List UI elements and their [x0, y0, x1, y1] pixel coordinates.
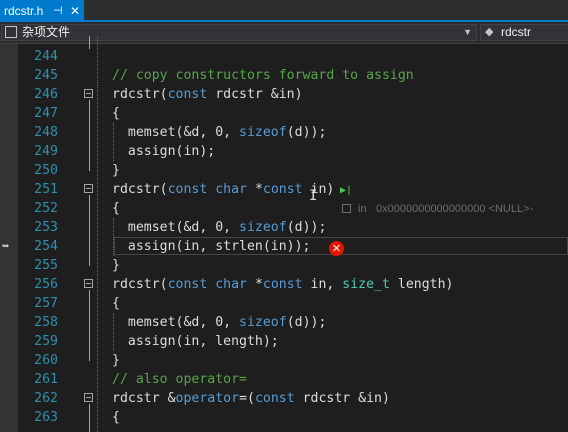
line-number: 252 — [34, 201, 58, 216]
line-number: 255 — [34, 258, 58, 273]
code-line[interactable]: 255} — [18, 256, 568, 275]
code-text: // copy constructors forward to assign — [112, 68, 414, 83]
line-number: 247 — [34, 106, 58, 121]
outline-line — [89, 36, 90, 49]
code-text: assign(in, length); — [112, 334, 279, 349]
code-text: { — [112, 106, 120, 121]
scope-label: rdcstr — [501, 25, 531, 39]
line-number: 248 — [34, 125, 58, 140]
code-text: } — [112, 353, 120, 368]
line-number: 258 — [34, 315, 58, 330]
datatip-name: in — [358, 203, 367, 215]
code-text: assign(in); — [112, 144, 216, 159]
datatip-expand[interactable]: - — [530, 199, 534, 219]
code-text: memset(&d, 0, sizeof(d)); — [112, 125, 327, 140]
code-text: } — [112, 258, 120, 273]
line-number: 257 — [34, 296, 58, 311]
code-text: // also operator= — [112, 372, 247, 387]
code-text: { — [112, 410, 120, 425]
outline-line — [89, 404, 90, 432]
indicator-margin[interactable] — [0, 44, 18, 432]
datatip-value: 0x0000000000000000 <NULL> — [376, 203, 530, 215]
line-number: 251 — [34, 182, 58, 197]
line-number: 256 — [34, 277, 58, 292]
code-line[interactable]: 253 memset(&d, 0, sizeof(d)); — [18, 218, 568, 237]
code-line[interactable]: 263 { — [18, 408, 568, 427]
line-number: 259 — [34, 334, 58, 349]
indent-guide — [97, 85, 98, 432]
code-line[interactable]: 256 rdcstr(const char *const in, size_t l… — [18, 275, 568, 294]
pin-icon[interactable]: ⊣ — [53, 0, 63, 22]
outline-line — [89, 195, 90, 266]
indent-guide — [97, 36, 98, 85]
project-label: 杂项文件 — [22, 25, 71, 39]
tab-rdcstr-h[interactable]: rdcstr.h ⊣ ✕ — [0, 0, 84, 22]
code-line[interactable]: 254 assign(in, strlen(in)); — [18, 237, 568, 256]
code-line[interactable]: 251 rdcstr(const char *const in) — [18, 180, 568, 199]
code-line[interactable]: 248 memset(&d, 0, sizeof(d)); — [18, 123, 568, 142]
line-number: 249 — [34, 144, 58, 159]
collapse-icon[interactable] — [84, 89, 93, 98]
code-line[interactable]: 260} — [18, 351, 568, 370]
code-line[interactable]: 257 { — [18, 294, 568, 313]
class-icon: ◆ — [485, 26, 494, 38]
code-line[interactable]: 250} — [18, 161, 568, 180]
outline-line — [89, 290, 90, 361]
collapse-icon[interactable] — [84, 184, 93, 193]
code-text: { — [112, 296, 120, 311]
code-line[interactable]: 261 // also operator= — [18, 370, 568, 389]
file-icon — [5, 26, 17, 38]
code-text: memset(&d, 0, sizeof(d)); — [112, 315, 327, 330]
code-text: rdcstr &operator=(const rdcstr &in) — [112, 391, 390, 406]
outline-line — [89, 100, 90, 171]
code-line[interactable]: 259 assign(in, length); — [18, 332, 568, 351]
tab-title: rdcstr.h — [4, 4, 44, 18]
line-number: 263 — [34, 410, 58, 425]
run-to-cursor-icon[interactable]: ▶| — [340, 185, 352, 196]
code-text: memset(&d, 0, sizeof(d)); — [112, 220, 327, 235]
tab-bar: rdcstr.h ⊣ ✕ — [0, 0, 568, 22]
line-number: 253 — [34, 220, 58, 235]
datatip-pin-icon[interactable] — [342, 204, 351, 213]
code-text: { — [112, 201, 120, 216]
indent-guide — [113, 123, 114, 161]
code-text: rdcstr(const char *const in, size_t leng… — [112, 277, 454, 292]
collapse-icon[interactable] — [84, 279, 93, 288]
line-number: 254 — [34, 239, 58, 254]
line-number: 262 — [34, 391, 58, 406]
line-number: 260 — [34, 353, 58, 368]
line-number: 261 — [34, 372, 58, 387]
project-dropdown[interactable]: 杂项文件 ▼ — [1, 24, 477, 41]
code-text: rdcstr(const rdcstr &in) — [112, 87, 303, 102]
code-text: rdcstr(const char *const in) — [112, 182, 335, 197]
collapse-icon[interactable] — [84, 393, 93, 402]
indent-guide — [113, 218, 114, 256]
code-text: } — [112, 163, 120, 178]
code-editor[interactable]: 244 245 // copy constructors forward to as… — [18, 36, 568, 432]
navigation-bar: 杂项文件 ▼ ◆ rdcstr — [0, 22, 568, 44]
line-number: 250 — [34, 163, 58, 178]
code-text: assign(in, strlen(in)); — [112, 239, 311, 254]
text-cursor-icon: I — [309, 188, 318, 204]
code-line[interactable]: 245 // copy constructors forward to assig… — [18, 66, 568, 85]
code-line[interactable]: 249 assign(in); — [18, 142, 568, 161]
code-line[interactable]: 246 rdcstr(const rdcstr &in) — [18, 85, 568, 104]
chevron-down-icon: ▼ — [463, 27, 472, 37]
code-line[interactable]: 262 rdcstr &operator=(const rdcstr &in) — [18, 389, 568, 408]
line-number: 245 — [34, 68, 58, 83]
close-icon[interactable]: ✕ — [70, 0, 80, 22]
line-number: 244 — [34, 49, 58, 64]
error-icon[interactable]: ✕ — [329, 241, 344, 256]
indent-guide — [113, 313, 114, 351]
code-line[interactable]: 247 { — [18, 104, 568, 123]
code-line[interactable]: 244 — [18, 47, 568, 66]
code-line[interactable]: 258 memset(&d, 0, sizeof(d)); — [18, 313, 568, 332]
scope-dropdown[interactable]: ◆ rdcstr — [480, 24, 568, 41]
next-statement-arrow-icon[interactable]: ➥ — [2, 239, 9, 253]
datatip[interactable]: in 0x0000000000000000 <NULL> - — [336, 199, 560, 219]
line-number: 246 — [34, 87, 58, 102]
